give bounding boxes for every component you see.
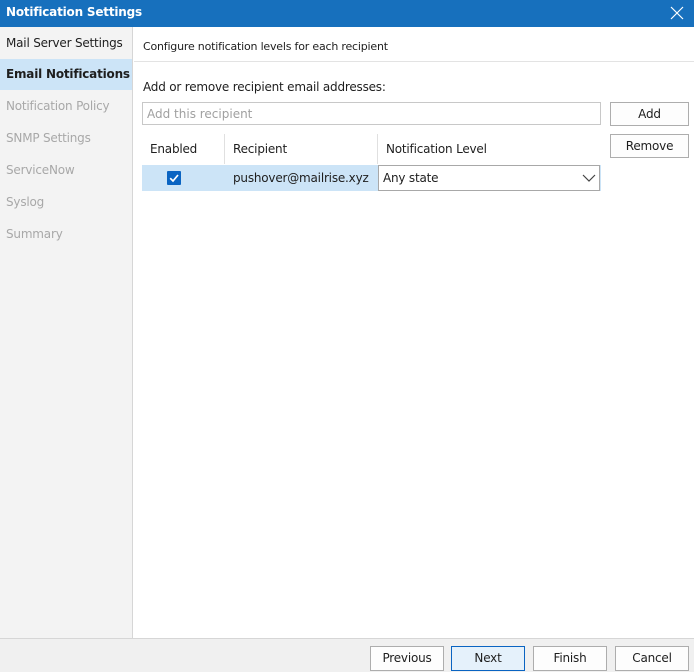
notification-level-dropdown[interactable]: Any state (378, 165, 600, 191)
page-description: Configure notification levels for each r… (143, 40, 388, 53)
recipient-input[interactable] (142, 102, 601, 125)
column-separator[interactable] (377, 134, 378, 164)
sidebar-item-summary: Summary (6, 227, 63, 241)
window-title: Notification Settings (6, 5, 142, 19)
sidebar-item-servicenow: ServiceNow (6, 163, 75, 177)
chevron-down-icon (582, 174, 596, 182)
table-row[interactable]: pushover@mailrise.xyz Any state (142, 165, 601, 191)
recipient-table: Enabled Recipient Notification Level pus… (142, 134, 601, 192)
recipient-email: pushover@mailrise.xyz (233, 171, 369, 185)
sidebar-item-email-notifications[interactable]: Email Notifications (0, 59, 132, 90)
enabled-checkbox[interactable] (167, 171, 181, 185)
sidebar-item-mail-server-settings[interactable]: Mail Server Settings (0, 28, 132, 59)
column-header-enabled[interactable]: Enabled (150, 134, 197, 164)
sidebar-item-syslog: Syslog (6, 195, 45, 209)
remove-button[interactable]: Remove (610, 134, 689, 158)
column-header-notification-level[interactable]: Notification Level (386, 134, 487, 164)
close-icon[interactable] (668, 4, 686, 22)
previous-button[interactable]: Previous (370, 646, 444, 671)
sidebar-item-notification-policy: Notification Policy (6, 99, 110, 113)
title-bar: Notification Settings (0, 0, 694, 27)
finish-button[interactable]: Finish (533, 646, 607, 671)
cancel-button[interactable]: Cancel (615, 646, 689, 671)
notification-level-value: Any state (383, 171, 439, 185)
sidebar: Mail Server Settings Email Notifications… (0, 27, 133, 638)
column-header-recipient[interactable]: Recipient (233, 134, 287, 164)
checkmark-icon (169, 174, 179, 183)
main-panel: Configure notification levels for each r… (134, 27, 694, 638)
add-button[interactable]: Add (610, 102, 689, 126)
sidebar-item-snmp-settings: SNMP Settings (6, 131, 91, 145)
footer-bar: Previous Next Finish Cancel (0, 638, 694, 672)
section-label: Add or remove recipient email addresses: (143, 80, 386, 94)
divider (134, 61, 694, 62)
column-separator[interactable] (224, 134, 225, 164)
next-button[interactable]: Next (451, 646, 525, 671)
